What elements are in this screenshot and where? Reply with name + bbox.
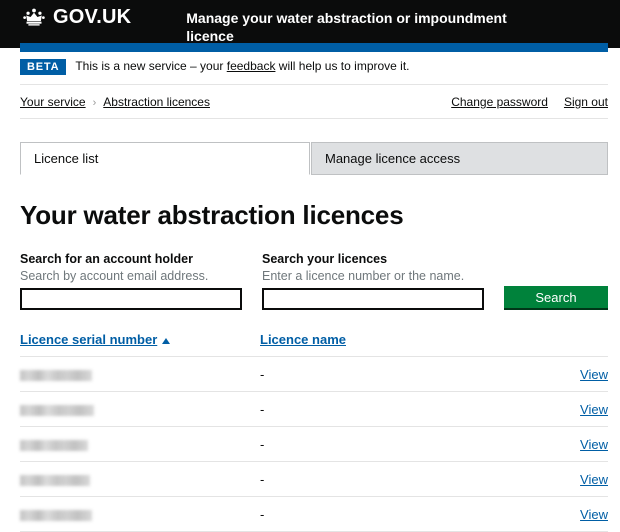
cell-action: View [540,461,608,497]
govuk-header: GOV.UK Manage your water abstraction or … [0,0,620,52]
redacted-serial-number [20,474,90,486]
phase-banner-text: This is a new service – your feedback wi… [75,59,409,73]
column-header-licence-name[interactable]: Licence name [260,332,540,357]
table-row: - View [20,461,608,497]
column-header-licence-serial-number-link[interactable]: Licence serial number [20,332,157,347]
cell-action: View [540,496,608,532]
service-name: Manage your water abstraction or impound… [186,10,507,44]
change-password-link[interactable]: Change password [451,95,548,109]
cell-licence-serial-number [20,391,260,427]
licences-table-head: Licence serial number Licence name [20,332,608,357]
search-form: Search for an account holder Search by a… [20,251,608,310]
cell-licence-serial-number [20,356,260,392]
cell-action: View [540,391,608,427]
tab-manage-licence-access[interactable]: Manage licence access [311,142,608,175]
licence-search-label: Search your licences [262,252,388,266]
phase-banner: BETA This is a new service – your feedba… [20,48,608,85]
cell-licence-serial-number [20,426,260,462]
table-row: - View [20,356,608,392]
header-accent-bar [20,43,608,52]
breadcrumb-item-your-service[interactable]: Your service [20,95,86,109]
view-link[interactable]: View [580,367,608,382]
cell-action: View [540,426,608,462]
cell-licence-name: - [260,391,540,427]
navigation-row: Your service › Abstraction licences Chan… [20,85,608,119]
table-row: - View [20,391,608,427]
govuk-logo-link[interactable]: GOV.UK [20,7,131,27]
tab-manage-licence-access-label: Manage licence access [325,151,461,166]
view-link[interactable]: View [580,402,608,417]
tab-licence-list-label: Licence list [34,151,99,166]
sort-ascending-icon [162,337,171,344]
cell-action: View [540,356,608,392]
licence-search-group: Search your licences Enter a licence num… [262,251,484,310]
redacted-serial-number [20,509,92,521]
licence-search-hint: Enter a licence number or the name. [262,269,465,283]
account-holder-label: Search for an account holder [20,252,193,266]
search-button[interactable]: Search [504,286,608,310]
cell-licence-name: - [260,461,540,497]
column-header-licence-serial-number[interactable]: Licence serial number [20,332,260,357]
redacted-serial-number [20,369,92,381]
licences-table: Licence serial number Licence name - Vie… [20,332,608,532]
view-link[interactable]: View [580,507,608,522]
redacted-serial-number [20,439,88,451]
sign-out-link[interactable]: Sign out [564,95,608,109]
page-title: Your water abstraction licences [20,200,404,230]
cell-licence-serial-number [20,461,260,497]
tab-bar: Licence list Manage licence access [20,142,608,175]
licence-search-input[interactable] [262,288,484,310]
table-row: - View [20,496,608,532]
account-links: Change password Sign out [451,95,608,109]
view-link[interactable]: View [580,437,608,452]
licences-table-body: - View - View - View - View - View [20,356,608,532]
account-holder-hint: Search by account email address. [20,269,209,283]
table-header-row: Licence serial number Licence name [20,332,608,357]
phase-text-before: This is a new service – your [75,59,224,73]
column-header-action [540,332,608,357]
govuk-logo-text: GOV.UK [53,6,132,28]
crown-icon [23,8,45,26]
column-header-licence-name-link[interactable]: Licence name [260,332,346,347]
feedback-link[interactable]: feedback [227,59,276,73]
breadcrumb-item-abstraction-licences[interactable]: Abstraction licences [103,95,210,109]
table-row: - View [20,426,608,462]
account-holder-input[interactable] [20,288,242,310]
cell-licence-name: - [260,426,540,462]
phase-text-after: will help us to improve it. [278,59,410,73]
beta-tag: BETA [20,59,67,75]
breadcrumb: Your service › Abstraction licences [20,95,210,109]
cell-licence-serial-number [20,496,260,532]
redacted-serial-number [20,404,94,416]
cell-licence-name: - [260,496,540,532]
cell-licence-name: - [260,356,540,392]
breadcrumb-separator-icon: › [92,97,97,109]
view-link[interactable]: View [580,472,608,487]
account-holder-search-group: Search for an account holder Search by a… [20,251,242,310]
tab-licence-list[interactable]: Licence list [20,142,310,175]
